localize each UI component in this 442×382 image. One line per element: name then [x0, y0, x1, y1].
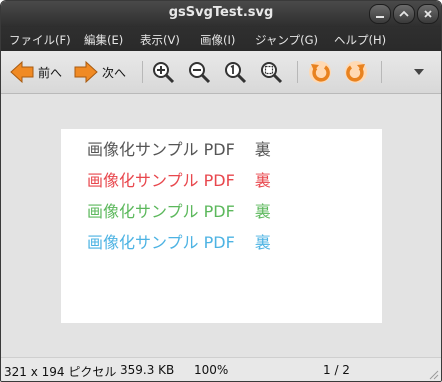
document-line: 画像化サンプル PDF 裏 — [87, 136, 271, 160]
rotate-right-button[interactable] — [343, 58, 369, 86]
status-page: 1 / 2 — [323, 363, 350, 377]
menu-bar: ファイル(F) 編集(E) 表示(V) 画像(I) ジャンプ(G) ヘルプ(H) — [1, 27, 441, 51]
close-icon — [424, 10, 432, 18]
next-label: 次へ — [102, 65, 127, 80]
maximize-icon — [399, 10, 409, 17]
zoom-fit-button[interactable] — [259, 58, 283, 86]
menu-go[interactable]: ジャンプ(G) — [255, 32, 318, 48]
resize-grip-icon[interactable] — [427, 368, 439, 380]
rotate-left-icon — [309, 61, 331, 83]
rotate-left-button[interactable] — [307, 58, 333, 86]
zoom-out-icon — [189, 62, 211, 84]
zoom-normal-button[interactable] — [223, 58, 247, 86]
toolbar-separator — [142, 61, 143, 83]
line-suffix: 裏 — [254, 233, 271, 252]
status-dimensions: 321 x 194 ピクセル — [4, 365, 117, 379]
document-line: 画像化サンプル PDF 裏 — [87, 167, 271, 191]
line-suffix: 裏 — [254, 171, 271, 190]
minimize-button[interactable] — [369, 4, 391, 24]
document-line: 画像化サンプル PDF 裏 — [87, 198, 271, 222]
maximize-button[interactable] — [393, 4, 415, 24]
arrow-left-icon — [10, 60, 34, 84]
menu-image[interactable]: 画像(I) — [200, 32, 235, 48]
toolbar-separator — [381, 61, 382, 83]
image-view[interactable]: 画像化サンプル PDF 裏 画像化サンプル PDF 裏 画像化サンプル PDF 裏 画… — [1, 94, 441, 357]
prev-label: 前へ — [38, 65, 63, 80]
zoom-out-button[interactable] — [187, 58, 211, 86]
line-suffix: 裏 — [254, 140, 271, 159]
menu-view[interactable]: 表示(V) — [140, 32, 180, 48]
close-button[interactable] — [417, 4, 439, 24]
document-page: 画像化サンプル PDF 裏 画像化サンプル PDF 裏 画像化サンプル PDF 裏 画… — [61, 129, 382, 323]
line-suffix: 裏 — [254, 202, 271, 221]
prev-button[interactable]: 前へ — [9, 58, 62, 86]
menu-help[interactable]: ヘルプ(H) — [334, 32, 386, 48]
title-bar[interactable]: gsSvgTest.svg — [1, 1, 441, 27]
zoom-in-button[interactable] — [151, 58, 175, 86]
line-text: 画像化サンプル PDF — [87, 140, 235, 159]
menu-file[interactable]: ファイル(F) — [9, 32, 71, 48]
rotate-right-icon — [345, 61, 367, 83]
viewer-window: gsSvgTest.svg ファイル(F) 編集(E) 表示(V) 画像(I) … — [0, 0, 442, 382]
menu-edit[interactable]: 編集(E) — [84, 32, 123, 48]
arrow-right-icon — [74, 60, 98, 84]
status-filesize: 359.3 KB — [120, 363, 175, 377]
status-zoom: 100% — [194, 363, 229, 377]
next-button[interactable]: 次へ — [73, 58, 126, 86]
zoom-fit-icon — [261, 62, 283, 84]
dropdown-icon — [414, 69, 424, 75]
toolbar-overflow-button[interactable] — [413, 58, 425, 86]
toolbar-separator — [297, 61, 298, 83]
line-text: 画像化サンプル PDF — [87, 171, 235, 190]
toolbar: 前へ 次へ — [1, 51, 441, 94]
line-text: 画像化サンプル PDF — [87, 202, 235, 221]
document-line: 画像化サンプル PDF 裏 — [87, 229, 271, 253]
line-text: 画像化サンプル PDF — [87, 233, 235, 252]
status-bar: 321 x 194 ピクセル 359.3 KB 100% 1 / 2 — [1, 357, 441, 381]
zoom-100-icon — [225, 62, 247, 84]
minimize-icon — [376, 16, 384, 18]
zoom-in-icon — [153, 62, 175, 84]
